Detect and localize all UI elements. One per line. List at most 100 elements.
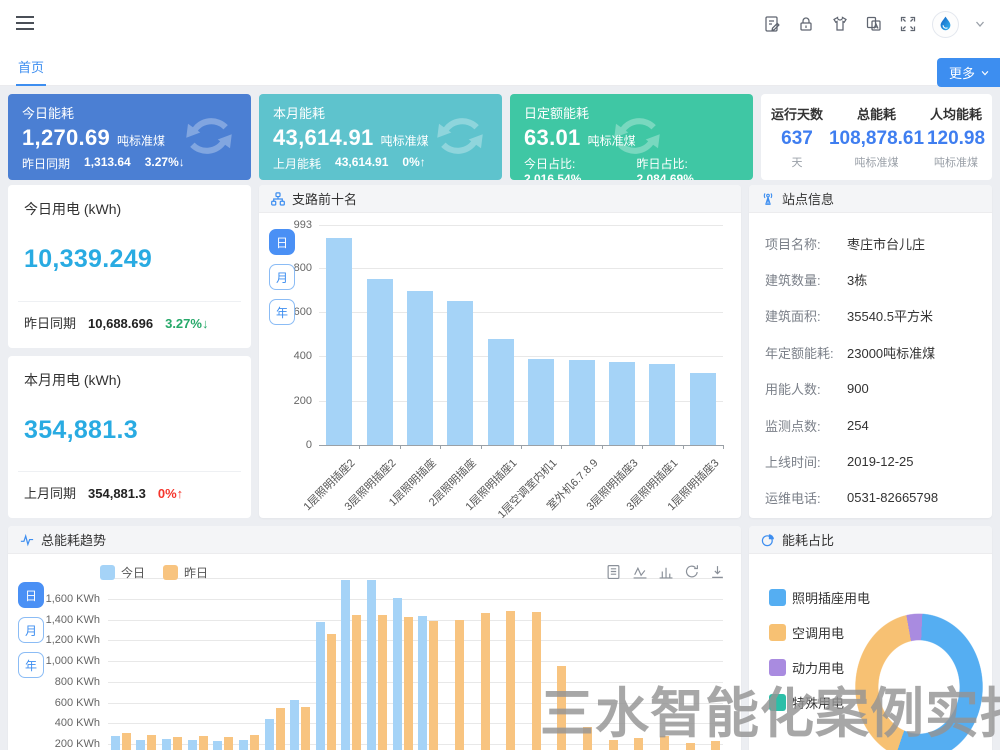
trend-bar-今日[interactable]	[290, 700, 299, 750]
trend-bar-今日[interactable]	[111, 736, 120, 750]
y-axis-tick-label: 800 KWh	[55, 676, 100, 688]
trend-bar-昨日[interactable]	[481, 613, 490, 750]
pie-legend-label: 空调用电	[792, 623, 844, 642]
pie-legend-item-空调用电[interactable]: 空调用电	[769, 623, 870, 642]
period-button-日[interactable]: 日	[269, 229, 295, 255]
stat-block: 总能耗108,878.61吨标准煤	[829, 104, 924, 170]
trend-bar-今日[interactable]	[239, 740, 248, 750]
trend-bar-今日[interactable]	[418, 616, 427, 750]
kpi-sub-percent: 3.27%↓	[145, 155, 185, 172]
period-button-年[interactable]: 年	[18, 652, 44, 678]
site-info-value: 2019-12-25	[847, 454, 914, 469]
period-button-月[interactable]: 月	[18, 617, 44, 643]
trend-bar-今日[interactable]	[213, 741, 222, 750]
trend-bar-昨日[interactable]	[660, 736, 669, 750]
trend-bar-昨日[interactable]	[199, 736, 208, 750]
trend-bar-昨日[interactable]	[506, 611, 515, 750]
kpi-value: 63.01	[524, 125, 581, 151]
stat-value: 637	[765, 128, 829, 150]
bar-1层照明插座3[interactable]	[690, 373, 716, 445]
bar-1层照明插座1[interactable]	[488, 339, 514, 445]
panel-title: 总能耗趋势	[41, 530, 106, 549]
data-view-icon[interactable]	[606, 564, 621, 579]
pie-legend-item-照明插座用电[interactable]: 照明插座用电	[769, 588, 870, 607]
site-info-value: 254	[847, 418, 869, 433]
bar-室外机6.7.8.9[interactable]	[569, 360, 595, 445]
y-axis-tick-label: 400 KWh	[55, 717, 100, 729]
bar-3层照明插座2[interactable]	[367, 279, 393, 445]
fullscreen-icon[interactable]	[898, 15, 917, 34]
site-info-label: 建筑面积:	[765, 306, 847, 325]
bar-3层照明插座1[interactable]	[649, 364, 675, 445]
kpi-sub-value: 2,016.54%	[524, 172, 581, 180]
trend-bar-昨日[interactable]	[557, 666, 566, 750]
stat-unit: 天	[765, 154, 829, 170]
y-axis-tick-label: 600 KWh	[55, 697, 100, 709]
line-chart-icon[interactable]	[632, 564, 647, 579]
kpi-card-daily-quota: 日定额能耗 63.01 吨标准煤 今日占比: 2,016.54% 昨日占比: 2…	[510, 94, 753, 180]
y-axis-tick-label: 1,400 KWh	[46, 614, 100, 626]
user-avatar[interactable]	[932, 11, 959, 38]
period-button-日[interactable]: 日	[18, 582, 44, 608]
trend-bar-今日[interactable]	[265, 719, 274, 750]
recycle-icon	[609, 108, 665, 164]
pie-legend-label: 特殊用电	[792, 693, 844, 712]
trend-bar-昨日[interactable]	[224, 737, 233, 750]
trend-bar-昨日[interactable]	[711, 741, 720, 750]
pie-legend-label: 动力用电	[792, 658, 844, 677]
trend-bar-昨日[interactable]	[301, 707, 310, 750]
chevron-down-icon	[980, 68, 990, 78]
trend-bar-昨日[interactable]	[147, 735, 156, 750]
trend-bar-昨日[interactable]	[276, 708, 285, 750]
lock-icon[interactable]	[796, 15, 815, 34]
trend-bar-昨日[interactable]	[404, 617, 413, 750]
trend-bar-昨日[interactable]	[634, 738, 643, 750]
more-button[interactable]: 更多	[937, 58, 1000, 87]
trend-bar-昨日[interactable]	[609, 740, 618, 750]
bar-chart-icon[interactable]	[658, 564, 673, 579]
trend-bar-今日[interactable]	[341, 580, 350, 750]
kpi-value: 1,270.69	[22, 125, 110, 151]
site-info-value: 23000吨标准煤	[847, 343, 935, 362]
bar-1层照明插座[interactable]	[407, 291, 433, 445]
gridline	[108, 682, 723, 683]
trend-bar-昨日[interactable]	[532, 612, 541, 750]
bar-1层照明插座2[interactable]	[326, 238, 352, 445]
tab-home[interactable]: 首页	[16, 48, 46, 86]
trend-bar-昨日[interactable]	[173, 737, 182, 750]
period-button-月[interactable]: 月	[269, 264, 295, 290]
bar-2层照明插座[interactable]	[447, 301, 473, 445]
bar-3层照明插座3[interactable]	[609, 362, 635, 445]
trend-bar-昨日[interactable]	[583, 727, 592, 750]
trend-bar-昨日[interactable]	[352, 615, 361, 750]
trend-bar-昨日[interactable]	[122, 733, 131, 750]
hamburger-menu-icon[interactable]	[16, 16, 34, 34]
download-icon[interactable]	[710, 564, 725, 579]
kpi-sub-label: 昨日同期	[22, 155, 70, 172]
trend-bar-昨日[interactable]	[429, 621, 438, 750]
trend-bar-昨日[interactable]	[327, 634, 336, 750]
trend-bar-昨日[interactable]	[378, 615, 387, 750]
translate-icon[interactable]	[864, 15, 883, 34]
legend-item-今日[interactable]: 今日	[100, 564, 145, 581]
trend-bar-今日[interactable]	[162, 739, 171, 750]
period-button-年[interactable]: 年	[269, 299, 295, 325]
legend-item-昨日[interactable]: 昨日	[163, 564, 208, 581]
energy-share-donut-chart[interactable]	[853, 611, 985, 750]
note-edit-icon[interactable]	[762, 15, 781, 34]
trend-bar-昨日[interactable]	[455, 620, 464, 750]
trend-bar-昨日[interactable]	[250, 735, 259, 750]
trend-bar-今日[interactable]	[393, 598, 402, 750]
bar-1层空调室内机1[interactable]	[528, 359, 554, 445]
trend-bar-今日[interactable]	[316, 622, 325, 750]
trend-bar-今日[interactable]	[367, 580, 376, 750]
theme-icon[interactable]	[830, 15, 849, 34]
usage-value: 354,881.3	[24, 416, 235, 445]
trend-bar-今日[interactable]	[188, 740, 197, 750]
restore-icon[interactable]	[684, 564, 699, 579]
trend-bar-昨日[interactable]	[686, 743, 695, 750]
gridline	[108, 599, 723, 600]
chevron-down-icon[interactable]	[974, 18, 986, 30]
trend-bar-今日[interactable]	[136, 740, 145, 750]
panel-title: 能耗占比	[782, 530, 834, 549]
